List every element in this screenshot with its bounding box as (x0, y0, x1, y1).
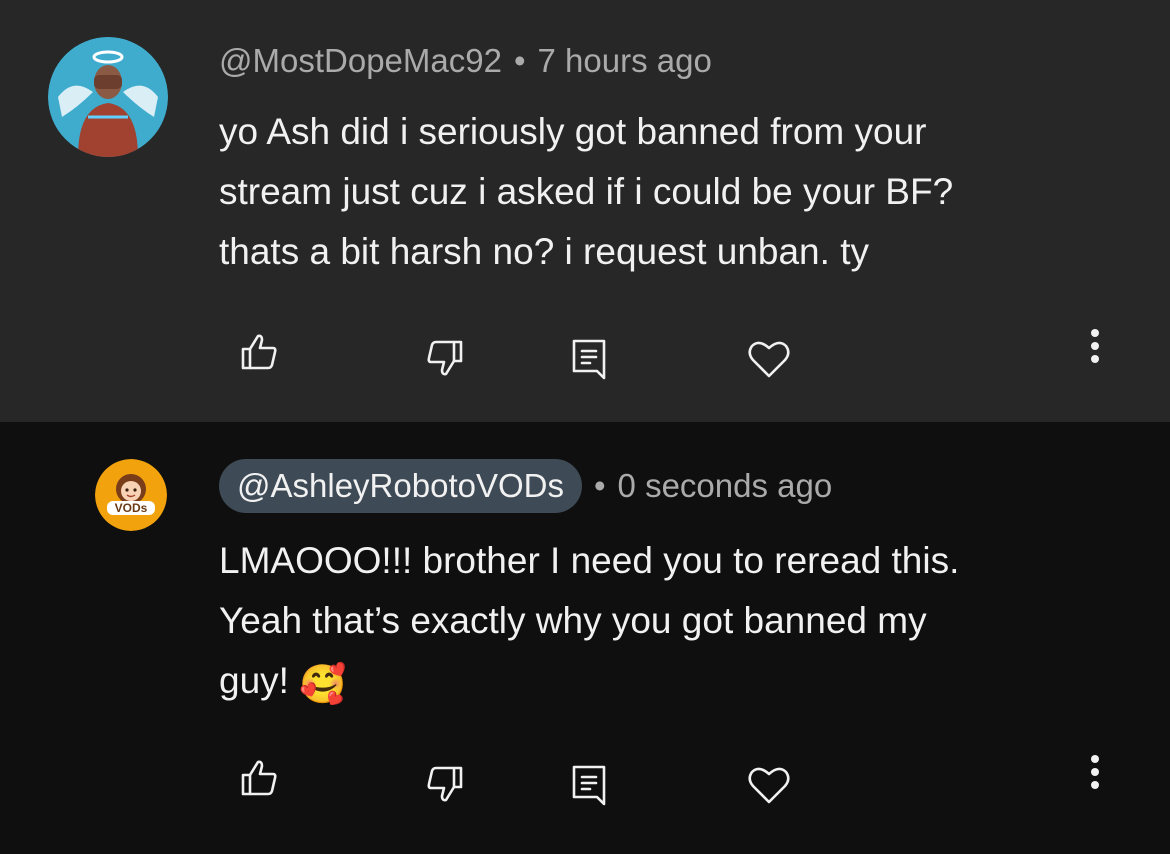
comment-line: guy! (219, 660, 289, 701)
heart-icon (748, 767, 790, 804)
vods-avatar-icon: VODs (95, 459, 167, 531)
author-handle[interactable]: @MostDopeMac92 (219, 42, 502, 80)
comment-meta: @MostDopeMac92 • 7 hours ago (219, 40, 712, 82)
reply-button[interactable] (562, 332, 616, 386)
comment-text: yo Ash did i seriously got banned from y… (219, 102, 1119, 282)
heart-button[interactable] (742, 758, 796, 812)
svg-text:VODs: VODs (115, 501, 148, 515)
separator-dot: • (513, 42, 526, 79)
comment-card: @MostDopeMac92 • 7 hours ago yo Ash did … (0, 0, 1170, 422)
comment-text: LMAOOO!!! brother I need you to reread t… (219, 531, 1119, 714)
thumbs-up-icon (241, 334, 277, 370)
separator-dot: • (593, 467, 606, 504)
dislike-button[interactable] (418, 331, 472, 385)
thumbs-up-icon (241, 760, 277, 796)
timestamp[interactable]: 0 seconds ago (618, 467, 833, 505)
reply-icon (572, 339, 606, 380)
thumbs-down-icon (427, 766, 463, 802)
comment-line: stream just cuz i asked if i could be yo… (219, 171, 954, 212)
like-button[interactable] (232, 751, 286, 805)
timestamp[interactable]: 7 hours ago (538, 42, 712, 80)
thumbs-down-icon (427, 340, 463, 376)
comment-line: Yeah that’s exactly why you got banned m… (219, 600, 927, 641)
like-button[interactable] (232, 325, 286, 379)
comment-card: VODs @AshleyRobotoVODs • 0 seconds ago L… (0, 422, 1170, 854)
avatar[interactable] (48, 37, 168, 157)
reply-button[interactable] (562, 758, 616, 812)
more-options-button[interactable] (1078, 324, 1112, 368)
heart-button[interactable] (742, 332, 796, 386)
dislike-button[interactable] (418, 757, 472, 811)
comment-meta: @AshleyRobotoVODs • 0 seconds ago (219, 459, 832, 513)
angel-avatar-icon (48, 37, 168, 157)
comment-line: thats a bit harsh no? i request unban. t… (219, 231, 869, 272)
more-options-button[interactable] (1078, 750, 1112, 794)
vertical-dots-icon (1091, 755, 1099, 789)
heart-icon (748, 341, 790, 378)
smiling-hearts-emoji: 🥰 (299, 662, 347, 706)
comment-line: LMAOOO!!! brother I need you to reread t… (219, 540, 960, 581)
author-handle[interactable]: @AshleyRobotoVODs (219, 459, 582, 513)
avatar[interactable]: VODs (95, 459, 167, 531)
reply-icon (572, 765, 606, 806)
vertical-dots-icon (1091, 329, 1099, 363)
comment-line: yo Ash did i seriously got banned from y… (219, 111, 927, 152)
